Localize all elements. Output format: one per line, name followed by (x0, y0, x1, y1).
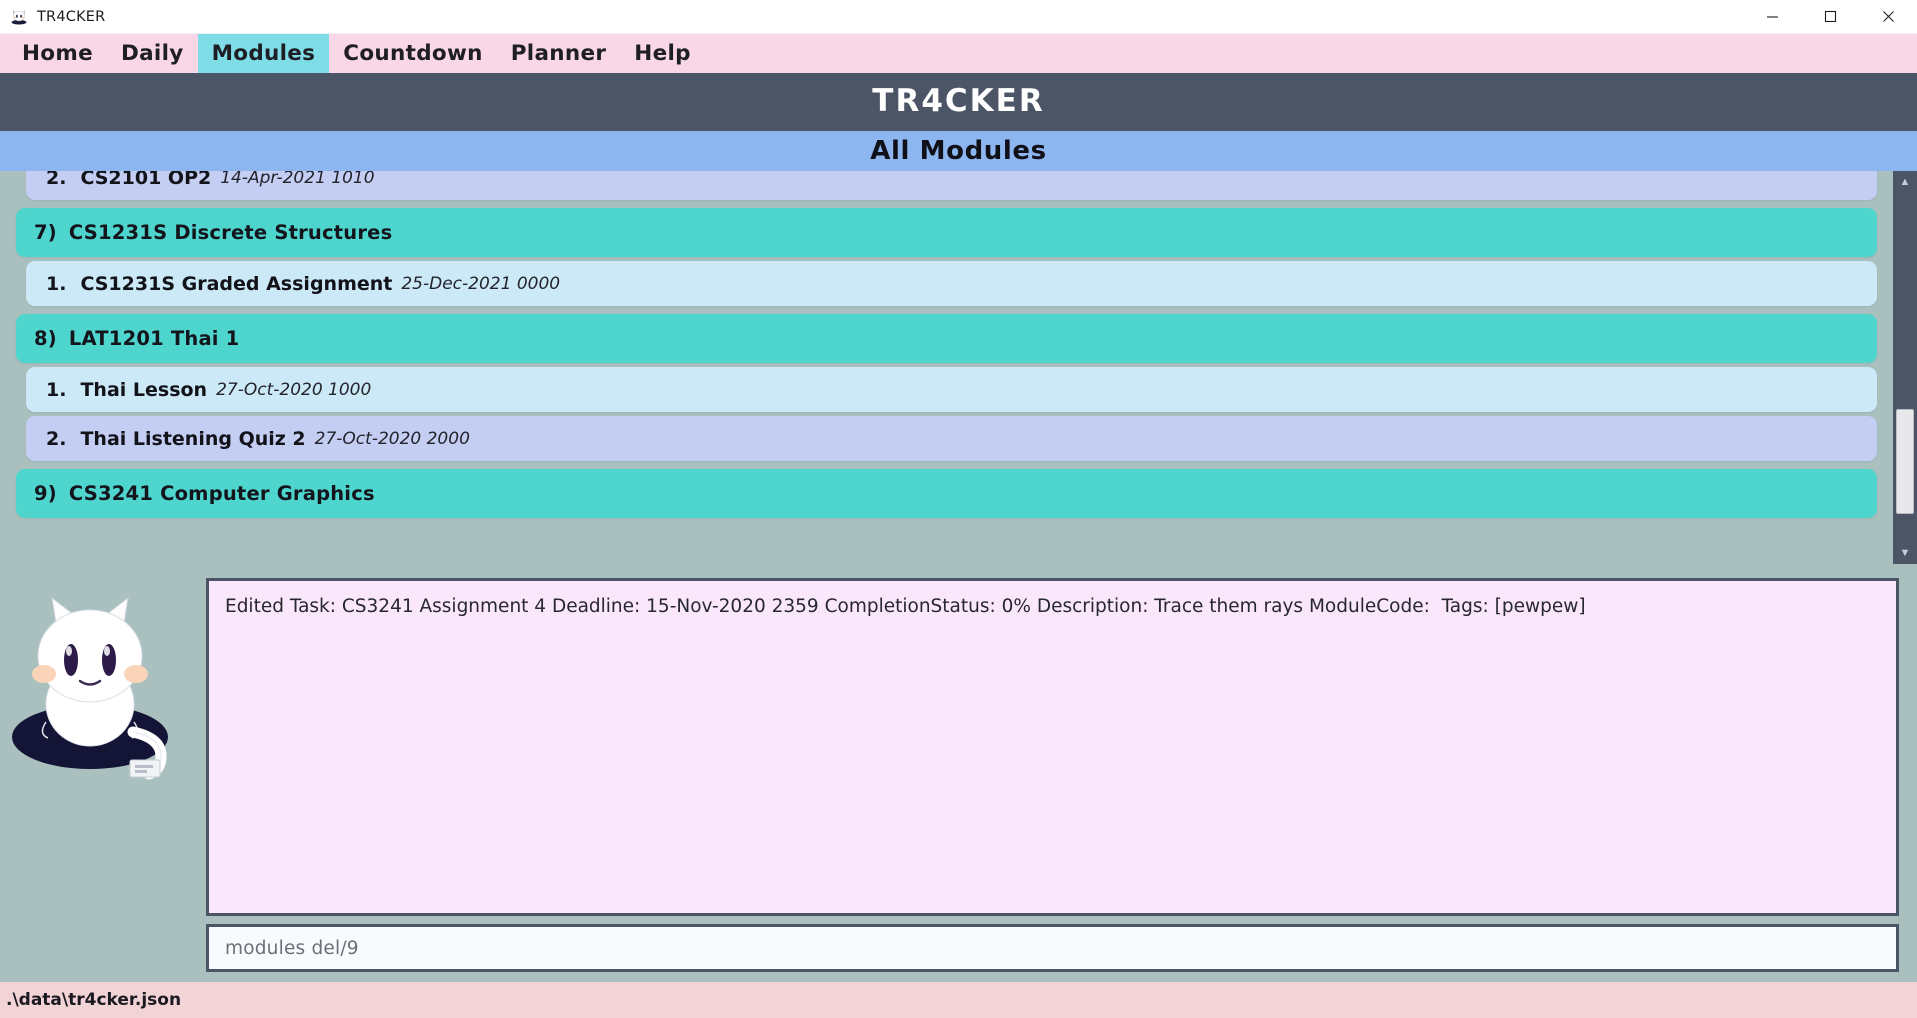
task-name: CS1231S Graded Assignment (80, 272, 393, 295)
task-index: 1. (46, 378, 67, 401)
mascot-illustration (0, 578, 200, 972)
cat-logo-icon (9, 7, 29, 27)
app-title-banner: TR4CKER (0, 73, 1917, 129)
module-name: LAT1201 Thai 1 (68, 327, 240, 350)
command-input[interactable]: modules del/9 (225, 938, 359, 959)
status-bar: .\data\tr4cker.json (0, 982, 1917, 1018)
menu-bar: Home Daily Modules Countdown Planner Hel… (0, 34, 1917, 73)
result-display: Edited Task: CS3241 Assignment 4 Deadlin… (206, 578, 1899, 916)
menu-item-help[interactable]: Help (620, 34, 705, 73)
command-input-box[interactable]: modules del/9 (206, 924, 1899, 972)
save-location-path: .\data\tr4cker.json (6, 990, 182, 1010)
module-index: 7) (34, 221, 57, 244)
module-name: CS1231S Discrete Structures (68, 221, 393, 244)
module-card: 7) CS1231S Discrete Structures (16, 208, 1877, 257)
scrollbar-thumb[interactable] (1896, 409, 1914, 515)
close-button[interactable] (1859, 0, 1917, 34)
module-index: 9) (34, 482, 57, 505)
console-column: Edited Task: CS3241 Assignment 4 Deadlin… (206, 578, 1899, 972)
task-name: Thai Lesson (80, 378, 208, 401)
app-name: TR4CKER (872, 83, 1045, 119)
module-name: CS3241 Computer Graphics (68, 482, 375, 505)
cat-mascot-icon (12, 596, 168, 780)
menu-item-modules[interactable]: Modules (197, 34, 330, 73)
task-card: 1. CS1231S Graded Assignment 25-Dec-2021 0… (26, 261, 1877, 306)
title-bar: TR4CKER (0, 0, 1917, 34)
window-title: TR4CKER (37, 8, 106, 25)
maximize-button[interactable] (1801, 0, 1859, 34)
page-title: All Modules (870, 136, 1047, 166)
page-title-banner: All Modules (0, 129, 1917, 171)
task-deadline: 14-Apr-2021 1010 (220, 171, 375, 188)
module-card: 9) CS3241 Computer Graphics (16, 469, 1877, 518)
menu-item-home[interactable]: Home (8, 34, 107, 73)
module-index: 8) (34, 327, 57, 350)
task-deadline: 25-Dec-2021 0000 (401, 273, 561, 294)
task-index: 2. (46, 427, 67, 450)
minimize-button[interactable] (1743, 0, 1801, 34)
scroll-up-arrow[interactable]: ▲ (1893, 171, 1917, 193)
module-list-panel: 2. CS2101 OP2 14-Apr-2021 1010 7) CS1231S Di… (0, 171, 1917, 564)
task-card: 1. Thai Lesson 27-Oct-2020 1000 (26, 367, 1877, 412)
application-window: TR4CKER Home Daily Modules Countdown Pla… (0, 0, 1917, 1018)
menu-item-countdown[interactable]: Countdown (329, 34, 496, 73)
task-deadline: 27-Oct-2020 2000 (314, 428, 470, 449)
module-list: 2. CS2101 OP2 14-Apr-2021 1010 7) CS1231S Di… (0, 171, 1893, 564)
task-name: Thai Listening Quiz 2 (80, 427, 306, 450)
console-panel: Edited Task: CS3241 Assignment 4 Deadlin… (0, 564, 1917, 982)
module-card: 8) LAT1201 Thai 1 (16, 314, 1877, 363)
scroll-down-arrow[interactable]: ▼ (1893, 542, 1917, 564)
menu-item-planner[interactable]: Planner (497, 34, 621, 73)
menu-item-daily[interactable]: Daily (107, 34, 198, 73)
task-card: 2. Thai Listening Quiz 2 27-Oct-2020 2000 (26, 416, 1877, 461)
task-name: CS2101 OP2 (80, 171, 212, 189)
task-index: 2. (46, 171, 67, 189)
task-index: 1. (46, 272, 67, 295)
result-text: Edited Task: CS3241 Assignment 4 Deadlin… (225, 596, 1586, 617)
scrollbar-track[interactable] (1893, 193, 1917, 542)
task-card: 2. CS2101 OP2 14-Apr-2021 1010 (26, 171, 1877, 200)
task-deadline: 27-Oct-2020 1000 (216, 379, 372, 400)
list-scrollbar[interactable]: ▲ ▼ (1893, 171, 1917, 564)
